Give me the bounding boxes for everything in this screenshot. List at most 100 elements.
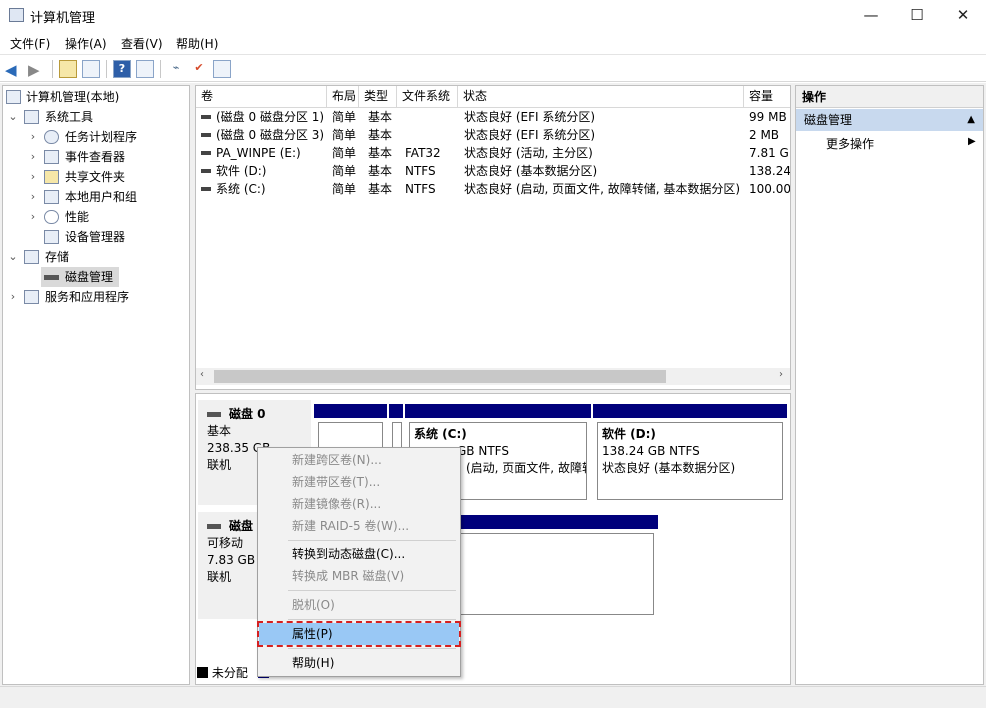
table-cell: 状态良好 (活动, 主分区) (464, 146, 593, 160)
table-cell: 7.81 GE (749, 146, 790, 160)
tools-icon (24, 110, 39, 124)
table-row[interactable]: PA_WINPE (E:) 简单 基本 FAT32 状态良好 (活动, 主分区)… (196, 144, 790, 162)
menu-item-new-spanned[interactable]: 新建跨区卷(N)... (259, 449, 459, 471)
table-cell: 简单 (332, 164, 357, 178)
menu-item-offline[interactable]: 脱机(O) (259, 594, 459, 616)
collapse-icon[interactable]: ▲ (967, 109, 975, 131)
more-actions[interactable]: 更多操作 (826, 134, 874, 154)
connect-icon[interactable]: ⌁ (167, 60, 185, 78)
context-menu: 新建跨区卷(N)... 新建带区卷(T)... 新建镜像卷(R)... 新建 R… (257, 447, 461, 677)
column-header-layout[interactable]: 布局 (327, 86, 359, 108)
chevron-right-icon[interactable]: › (27, 187, 39, 207)
table-cell: FAT32 (405, 146, 441, 160)
tree-item-root[interactable]: 计算机管理(本地) (3, 87, 189, 107)
table-row[interactable]: (磁盘 0 磁盘分区 3) 简单 基本 状态良好 (EFI 系统分区) 2 MB (196, 126, 790, 144)
menu-item-new-raid5[interactable]: 新建 RAID-5 卷(W)... (259, 515, 459, 537)
table-row[interactable]: (磁盘 0 磁盘分区 1) 简单 基本 状态良好 (EFI 系统分区) 99 M… (196, 108, 790, 126)
chevron-right-icon[interactable]: › (27, 147, 39, 167)
event-log-icon (44, 150, 59, 164)
chevron-right-icon[interactable]: › (27, 207, 39, 227)
menu-item-convert-mbr[interactable]: 转换成 MBR 磁盘(V) (259, 565, 459, 587)
tree-label: 计算机管理(本地) (26, 90, 120, 104)
services-icon (24, 290, 39, 304)
menu-separator (288, 648, 456, 649)
scroll-left-icon[interactable]: ‹ (200, 369, 204, 380)
menu-bar: 文件(F) 操作(A) 查看(V) 帮助(H) (0, 31, 986, 53)
table-cell: 系统 (C:) (216, 182, 266, 196)
show-hide-tree-icon[interactable] (82, 60, 100, 78)
column-header-type[interactable]: 类型 (359, 86, 397, 108)
minimize-button[interactable]: — (848, 0, 894, 31)
tree-item-performance[interactable]: › 性能 (3, 207, 189, 227)
check-icon[interactable]: ✔ (190, 60, 208, 78)
tree-label: 任务计划程序 (65, 130, 138, 144)
menu-help[interactable]: 帮助(H) (176, 35, 218, 52)
actions-section-disk-management[interactable]: 磁盘管理 ▲ (796, 109, 983, 131)
tree-label: 磁盘管理 (65, 270, 114, 284)
table-cell: 状态良好 (启动, 页面文件, 故障转储, 基本数据分区) (464, 182, 741, 196)
table-cell: 基本 (368, 146, 393, 160)
tree-label: 本地用户和组 (65, 190, 138, 204)
title-bar: 计算机管理 — ☐ ✕ (0, 0, 986, 31)
menu-item-new-striped[interactable]: 新建带区卷(T)... (259, 471, 459, 493)
tree-item-device-manager[interactable]: 设备管理器 (3, 227, 189, 247)
partition-bar (389, 404, 403, 418)
menu-item-new-mirrored[interactable]: 新建镜像卷(R)... (259, 493, 459, 515)
table-cell: 基本 (368, 128, 393, 142)
column-header-status[interactable]: 状态 (458, 86, 744, 108)
table-cell: 状态良好 (基本数据分区) (464, 164, 598, 178)
column-header-capacity[interactable]: 容量 (744, 86, 790, 108)
partition-size: 138.24 GB NTFS (602, 444, 700, 458)
chevron-down-icon[interactable]: ⌄ (7, 107, 19, 127)
table-row[interactable]: 软件 (D:) 简单 基本 NTFS 状态良好 (基本数据分区) 138.24 (196, 162, 790, 180)
menu-view[interactable]: 查看(V) (121, 35, 163, 52)
chevron-right-icon[interactable]: › (7, 287, 19, 307)
table-cell: 简单 (332, 110, 357, 124)
menu-file[interactable]: 文件(F) (10, 35, 50, 52)
help-icon[interactable]: ? (113, 60, 131, 78)
back-icon[interactable]: ◀ (5, 61, 17, 79)
table-cell: 状态良好 (EFI 系统分区) (464, 110, 596, 124)
tree-item-storage[interactable]: ⌄ 存储 (3, 247, 189, 267)
actions-section-label: 磁盘管理 (804, 113, 853, 127)
scroll-right-icon[interactable]: › (779, 369, 783, 380)
toolbar-separator (106, 60, 107, 78)
disk-icon (207, 412, 221, 417)
table-cell: (磁盘 0 磁盘分区 3) (216, 128, 325, 142)
tree-label: 设备管理器 (65, 230, 126, 244)
table-cell: NTFS (405, 164, 436, 178)
tree-item-shared-folders[interactable]: › 共享文件夹 (3, 167, 189, 187)
tree-item-system-tools[interactable]: ⌄ 系统工具 (3, 107, 189, 127)
volume-icon (201, 187, 211, 191)
menu-item-properties[interactable]: 属性(P) (257, 621, 461, 647)
table-cell: 简单 (332, 128, 357, 142)
maximize-button[interactable]: ☐ (894, 0, 940, 31)
menu-separator (288, 590, 456, 591)
partition-bar (593, 404, 787, 418)
tree-item-disk-management[interactable]: 磁盘管理 (41, 267, 119, 287)
show-hide-action-pane-icon[interactable] (136, 60, 154, 78)
performance-icon (44, 210, 59, 224)
actions-pane (795, 85, 984, 685)
properties-icon[interactable] (213, 60, 231, 78)
menu-action[interactable]: 操作(A) (65, 35, 107, 52)
menu-item-help[interactable]: 帮助(H) (259, 652, 459, 674)
table-row[interactable]: 系统 (C:) 简单 基本 NTFS 状态良好 (启动, 页面文件, 故障转储,… (196, 180, 790, 198)
tree-item-local-users[interactable]: › 本地用户和组 (3, 187, 189, 207)
close-button[interactable]: ✕ (940, 0, 986, 31)
tree-item-task-scheduler[interactable]: › 任务计划程序 (3, 127, 189, 147)
chevron-right-icon[interactable]: › (27, 167, 39, 187)
tree-item-event-viewer[interactable]: › 事件查看器 (3, 147, 189, 167)
chevron-down-icon[interactable]: ⌄ (7, 247, 19, 267)
column-header-filesystem[interactable]: 文件系统 (397, 86, 458, 108)
tree-item-services[interactable]: › 服务和应用程序 (3, 287, 189, 307)
forward-icon[interactable]: ▶ (28, 61, 40, 79)
volume-icon (201, 151, 211, 155)
partition-d[interactable]: 软件 (D:) 138.24 GB NTFS 状态良好 (基本数据分区) (593, 404, 787, 504)
chevron-right-icon[interactable]: › (27, 127, 39, 147)
scrollbar-thumb[interactable] (214, 370, 666, 383)
up-folder-icon[interactable] (59, 60, 77, 78)
menu-item-convert-dynamic[interactable]: 转换到动态磁盘(C)... (259, 543, 459, 565)
device-manager-icon (44, 230, 59, 244)
column-header-volume[interactable]: 卷 (196, 86, 327, 108)
